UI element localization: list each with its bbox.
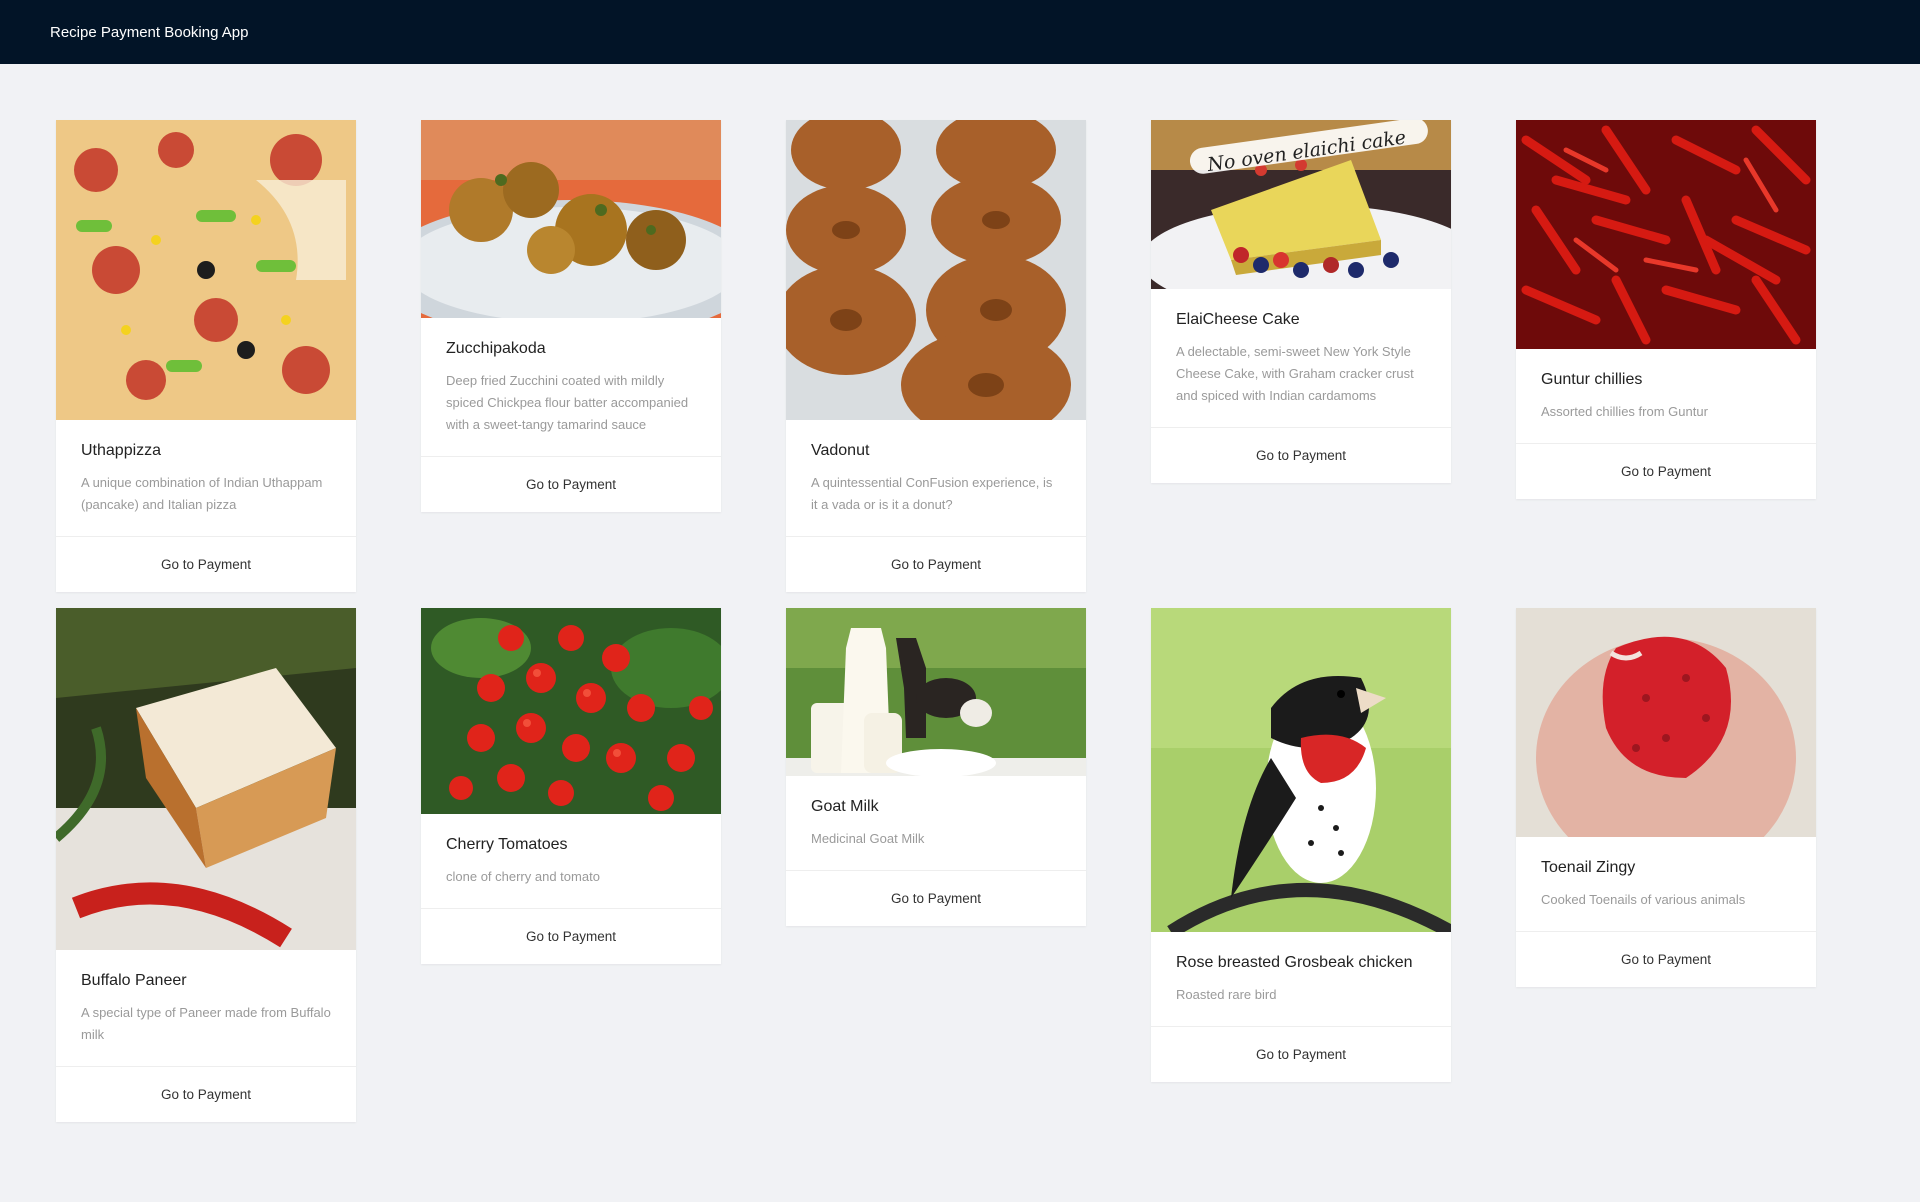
dish-description: A delectable, semi-sweet New York Style …	[1176, 344, 1414, 403]
dish-card: Uthappizza A unique combination of India…	[56, 120, 356, 592]
dish-name: Guntur chillies	[1541, 371, 1643, 388]
dish-card: Guntur chillies Assorted chillies from G…	[1516, 120, 1816, 499]
dish-name: Buffalo Paneer	[81, 972, 187, 989]
dish-name: Rose breasted Grosbeak chicken	[1176, 954, 1413, 971]
dish-description: clone of cherry and tomato	[446, 869, 600, 884]
dish-name: Cherry Tomatoes	[446, 836, 568, 853]
dish-image	[786, 608, 1086, 776]
dish-description: A quintessential ConFusion experience, i…	[811, 475, 1053, 512]
go-to-payment-button[interactable]: Go to Payment	[1516, 443, 1816, 499]
dish-description: Cooked Toenails of various animals	[1541, 892, 1746, 907]
dish-image	[786, 120, 1086, 420]
dish-card: Zucchipakoda Deep fried Zucchini coated …	[421, 120, 721, 512]
dish-card: Buffalo Paneer A special type of Paneer …	[56, 608, 356, 1122]
dish-name: ElaiCheese Cake	[1176, 311, 1300, 328]
dish-description: Assorted chillies from Guntur	[1541, 404, 1708, 419]
go-to-payment-button[interactable]: Go to Payment	[56, 536, 356, 592]
dish-grid: Uthappizza A unique combination of India…	[56, 120, 1816, 1122]
go-to-payment-button[interactable]: Go to Payment	[786, 870, 1086, 926]
go-to-payment-button[interactable]: Go to Payment	[1151, 427, 1451, 483]
go-to-payment-button[interactable]: Go to Payment	[56, 1066, 356, 1122]
dish-image	[421, 608, 721, 814]
dish-card: Toenail Zingy Cooked Toenails of various…	[1516, 608, 1816, 987]
dish-description: A special type of Paneer made from Buffa…	[81, 1005, 331, 1042]
go-to-payment-button[interactable]: Go to Payment	[786, 536, 1086, 592]
go-to-payment-button[interactable]: Go to Payment	[421, 456, 721, 512]
dish-name: Toenail Zingy	[1541, 859, 1636, 876]
dish-image	[56, 120, 356, 420]
dish-card: Cherry Tomatoes clone of cherry and toma…	[421, 608, 721, 964]
dish-image	[1516, 608, 1816, 837]
dish-image	[56, 608, 356, 950]
dish-image	[1151, 608, 1451, 932]
dish-image	[421, 120, 721, 318]
dish-name: Uthappizza	[81, 442, 162, 459]
go-to-payment-button[interactable]: Go to Payment	[421, 908, 721, 964]
dish-name: Vadonut	[811, 442, 870, 459]
dish-card: Goat Milk Medicinal Goat Milk Go to Paym…	[786, 608, 1086, 926]
dish-image: No oven elaichi cake	[1151, 120, 1451, 289]
dish-card: Rose breasted Grosbeak chicken Roasted r…	[1151, 608, 1451, 1082]
dish-card: Vadonut A quintessential ConFusion exper…	[786, 120, 1086, 592]
go-to-payment-button[interactable]: Go to Payment	[1151, 1026, 1451, 1082]
dish-card: No oven elaichi cake ElaiCheese Cake A d…	[1151, 120, 1451, 483]
app-title[interactable]: Recipe Payment Booking App	[50, 24, 248, 41]
dish-description: A unique combination of Indian Uthappam …	[81, 475, 323, 512]
go-to-payment-button[interactable]: Go to Payment	[1516, 931, 1816, 987]
navbar: Recipe Payment Booking App	[0, 0, 1920, 64]
dish-description: Roasted rare bird	[1176, 987, 1277, 1002]
dish-image	[1516, 120, 1816, 349]
dish-description: Medicinal Goat Milk	[811, 831, 925, 846]
dish-name: Zucchipakoda	[446, 340, 546, 357]
dish-description: Deep fried Zucchini coated with mildly s…	[446, 373, 689, 432]
dish-name: Goat Milk	[811, 798, 879, 815]
